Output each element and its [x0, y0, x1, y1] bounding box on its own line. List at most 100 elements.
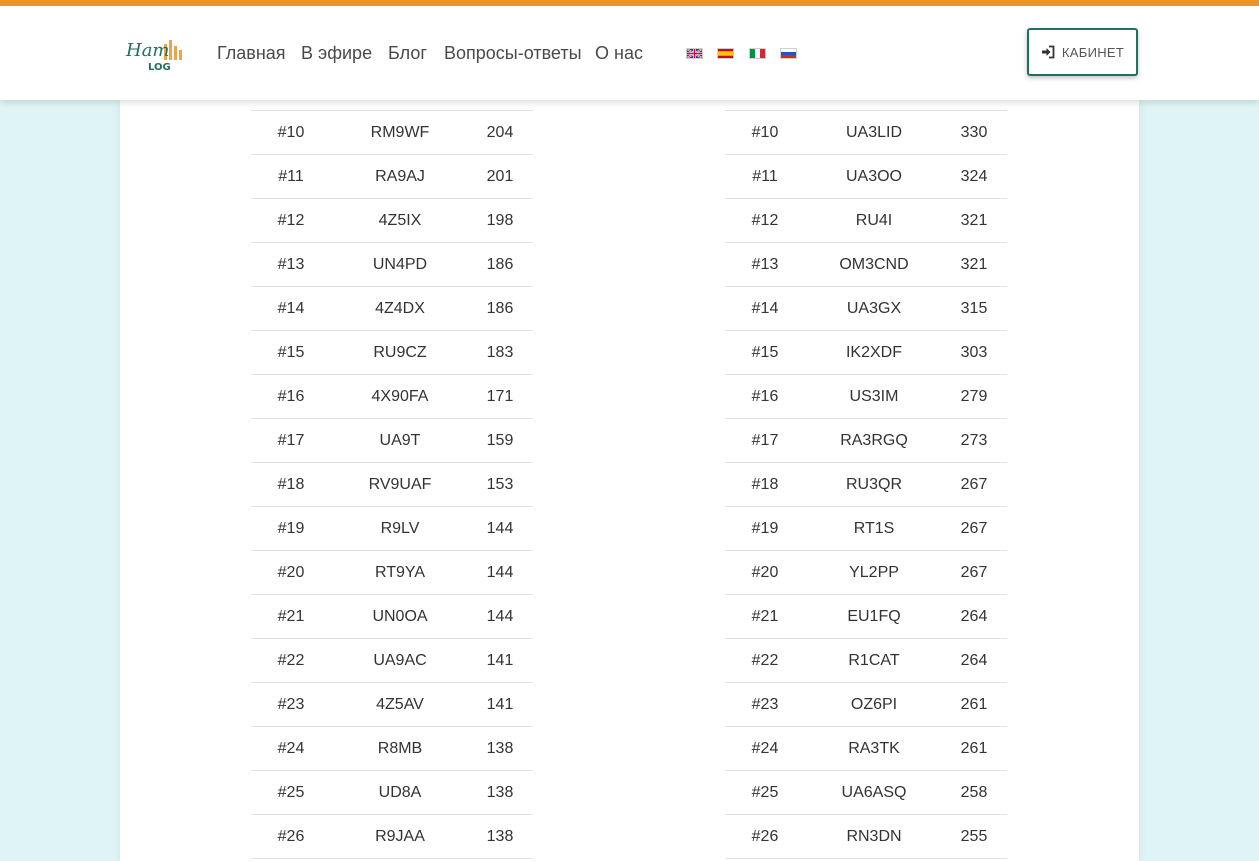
rank-cell: #20: [751, 564, 779, 581]
nav-link-faq[interactable]: Вопросы-ответы: [444, 42, 582, 64]
callsign-cell: R9LV: [380, 520, 420, 537]
rank-cell: #17: [751, 432, 779, 449]
rank-cell: #14: [751, 300, 779, 317]
russian-flag-icon[interactable]: [780, 48, 797, 59]
callsign-cell: RU4I: [855, 212, 893, 229]
svg-text:Ham: Ham: [125, 40, 170, 61]
rank-cell: #12: [277, 212, 305, 229]
table-row: #13 OM3CND 321: [725, 243, 1007, 287]
callsign-cell: OZ6PI: [850, 696, 898, 713]
nav-link-about[interactable]: О нас: [595, 42, 643, 64]
table-row: #21 EU1FQ 264: [725, 595, 1007, 639]
value-cell: 267: [960, 476, 988, 493]
table-row: #13 UN4PD 186: [251, 243, 533, 287]
rank-cell: #22: [751, 652, 779, 669]
nav-link-blog[interactable]: Блог: [388, 42, 427, 64]
table-row: #11 RA9AJ 201: [251, 155, 533, 199]
rank-cell: #19: [277, 520, 305, 537]
rank-cell: #19: [751, 520, 779, 537]
callsign-cell: YL2PP: [849, 564, 899, 581]
table-row: #16 US3IM 279: [725, 375, 1007, 419]
value-cell: 261: [960, 740, 988, 757]
callsign-cell: RA9AJ: [375, 168, 425, 185]
spanish-flag-icon[interactable]: [717, 48, 734, 59]
value-cell: 138: [486, 740, 514, 757]
value-cell: 186: [486, 256, 514, 273]
value-cell: 324: [960, 168, 988, 185]
table-row: #12 4Z5IX 198: [251, 199, 533, 243]
value-cell: 141: [486, 652, 514, 669]
rank-cell: #16: [277, 388, 305, 405]
left-ranking-table: #10 RM9WF 204 #11 RA9AJ 201 #12 4Z5IX 198 #13 UN4P…: [251, 110, 533, 859]
value-cell: 255: [960, 828, 988, 845]
value-cell: 138: [486, 784, 514, 801]
value-cell: 198: [486, 212, 514, 229]
value-cell: 303: [960, 344, 988, 361]
rank-cell: #20: [277, 564, 305, 581]
value-cell: 144: [486, 608, 514, 625]
callsign-cell: 4Z4DX: [375, 300, 425, 317]
value-cell: 264: [960, 608, 988, 625]
content-panel: #10 RM9WF 204 #11 RA9AJ 201 #12 4Z5IX 198 #13 UN4P…: [120, 100, 1139, 861]
callsign-cell: RT1S: [853, 520, 895, 537]
rank-cell: #10: [277, 124, 305, 141]
nav-link-home[interactable]: Главная: [217, 42, 286, 64]
value-cell: 138: [486, 828, 514, 845]
callsign-cell: RM9WF: [370, 124, 430, 141]
italian-flag-icon[interactable]: [749, 48, 766, 59]
callsign-cell: RA3RGQ: [840, 432, 908, 449]
rank-cell: #25: [277, 784, 305, 801]
callsign-cell: UA9AC: [373, 652, 427, 669]
nav-link-on-air[interactable]: В эфире: [301, 42, 372, 64]
callsign-cell: US3IM: [849, 388, 899, 405]
table-row: #17 UA9T 159: [251, 419, 533, 463]
callsign-cell: RU9CZ: [373, 344, 427, 361]
english-flag-icon[interactable]: [686, 48, 703, 59]
callsign-cell: UA3OO: [845, 168, 902, 185]
rank-cell: #17: [277, 432, 305, 449]
rank-cell: #23: [751, 696, 779, 713]
value-cell: 153: [486, 476, 514, 493]
table-row: #25 UA6ASQ 258: [725, 771, 1007, 815]
value-cell: 321: [960, 256, 988, 273]
value-cell: 171: [486, 388, 514, 405]
ham-log-logo[interactable]: Ham LOG: [124, 34, 186, 74]
table-row: #19 RT1S 267: [725, 507, 1007, 551]
callsign-cell: IK2XDF: [845, 344, 902, 361]
sign-in-icon: [1041, 45, 1055, 59]
table-row: #11 UA3OO 324: [725, 155, 1007, 199]
table-row: #24 RA3TK 261: [725, 727, 1007, 771]
table-row: #20 RT9YA 144: [251, 551, 533, 595]
callsign-cell: R8MB: [377, 740, 423, 757]
value-cell: 159: [486, 432, 514, 449]
rank-cell: #16: [751, 388, 779, 405]
rank-cell: #24: [751, 740, 779, 757]
logo-graphic: Ham LOG: [125, 40, 182, 73]
table-row: #16 4X90FA 171: [251, 375, 533, 419]
table-row: #23 4Z5AV 141: [251, 683, 533, 727]
table-row: #23 OZ6PI 261: [725, 683, 1007, 727]
table-row: #18 RU3QR 267: [725, 463, 1007, 507]
rank-cell: #18: [751, 476, 779, 493]
table-row: #18 RV9UAF 153: [251, 463, 533, 507]
callsign-cell: 4X90FA: [371, 388, 429, 405]
rank-cell: #21: [751, 608, 779, 625]
value-cell: 273: [960, 432, 988, 449]
callsign-cell: UA6ASQ: [841, 784, 907, 801]
rank-cell: #14: [277, 300, 305, 317]
right-ranking-table: #10 UA3LID 330 #11 UA3OO 324 #12 RU4I 321 #13 OM3C…: [725, 110, 1007, 859]
cabinet-login-button[interactable]: КАБИНЕТ: [1027, 28, 1138, 76]
rank-cell: #26: [277, 828, 305, 845]
callsign-cell: RT9YA: [374, 564, 426, 581]
table-row: #10 UA3LID 330: [725, 111, 1007, 155]
rank-cell: #11: [278, 168, 304, 185]
value-cell: 258: [960, 784, 988, 801]
value-cell: 186: [486, 300, 514, 317]
callsign-cell: 4Z5AV: [376, 696, 424, 713]
value-cell: 204: [486, 124, 514, 141]
value-cell: 261: [960, 696, 988, 713]
rank-cell: #22: [277, 652, 305, 669]
callsign-cell: UD8A: [378, 784, 422, 801]
callsign-cell: EU1FQ: [847, 608, 901, 625]
callsign-cell: UA3GX: [846, 300, 902, 317]
